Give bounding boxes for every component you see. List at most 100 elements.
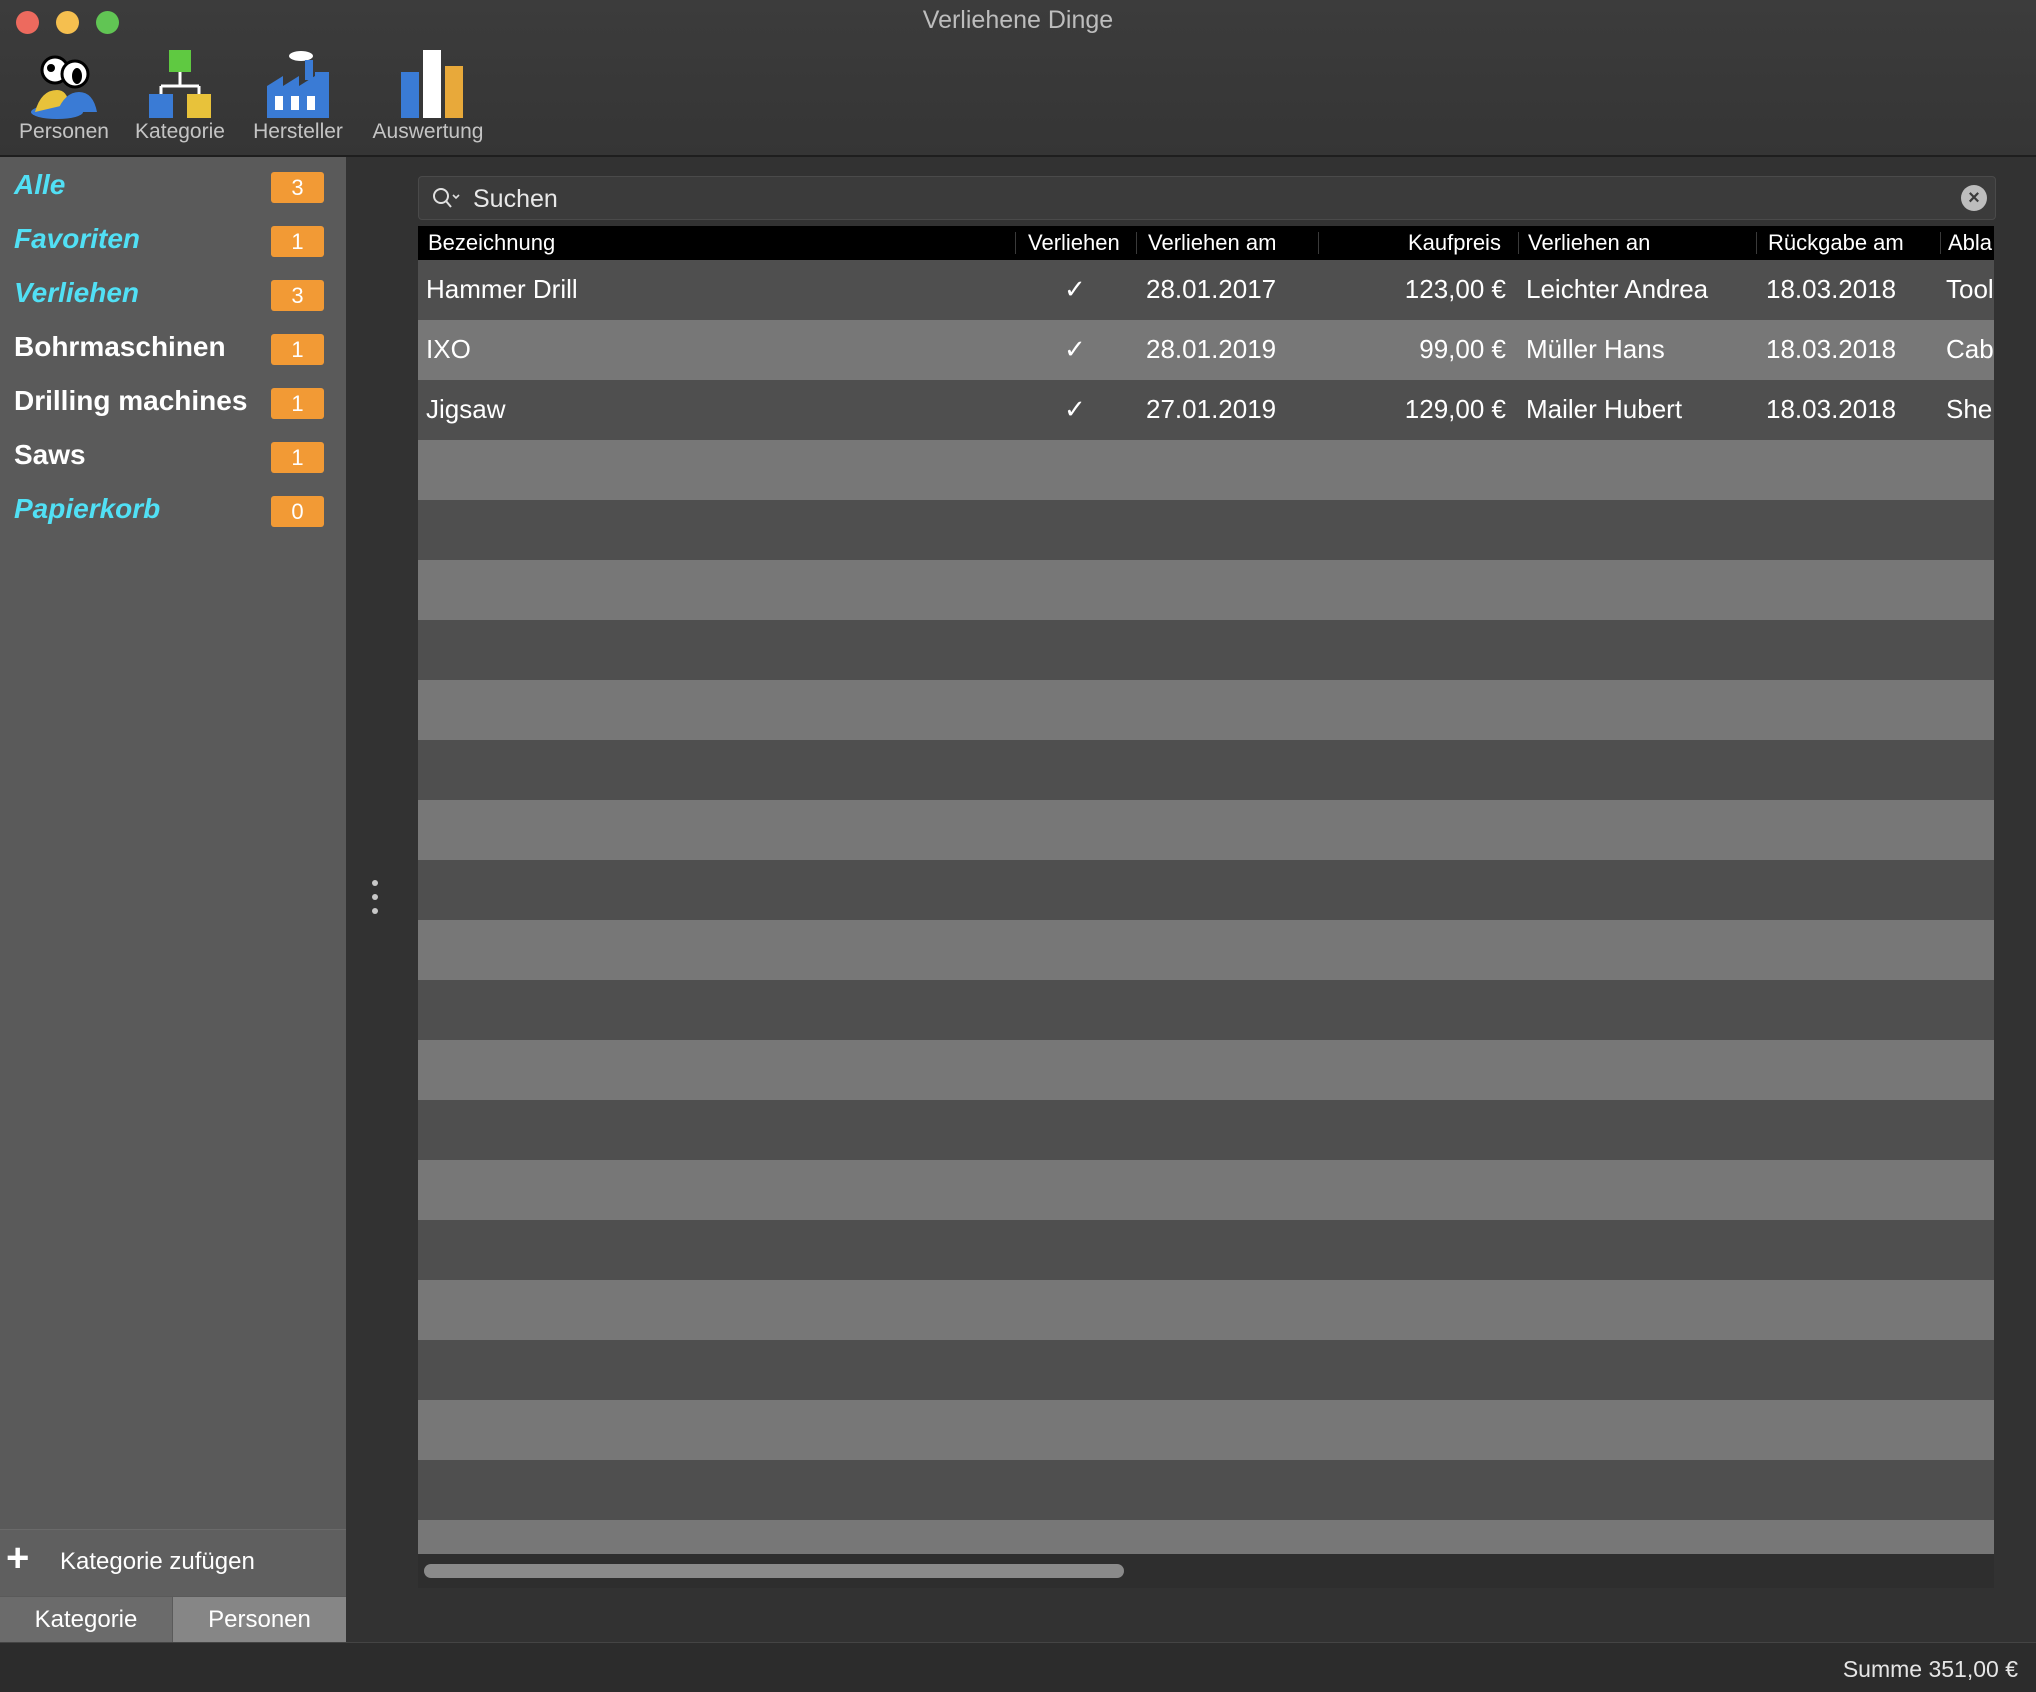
- sidebar-item-label: Drilling machines: [14, 385, 248, 416]
- scrollbar-thumb[interactable]: [424, 1564, 1124, 1578]
- table-row[interactable]: Hammer Drill ✓ 28.01.2017 123,00 € Leich…: [418, 260, 1994, 320]
- check-icon: ✓: [1064, 394, 1086, 424]
- sidebar-item-label: Favoriten: [14, 223, 141, 254]
- empty-table-row: [418, 800, 1994, 860]
- cell-bezeichnung: Jigsaw: [426, 394, 506, 424]
- column-header-kaufpreis[interactable]: Kaufpreis: [1408, 230, 1501, 256]
- count-badge: 1: [271, 442, 324, 473]
- empty-table-row: [418, 920, 1994, 980]
- empty-table-row: [418, 1460, 1994, 1520]
- sidebar-item-verliehen[interactable]: Verliehen 3: [0, 265, 346, 325]
- empty-table-row: [418, 500, 1994, 560]
- plus-icon: +: [6, 1536, 30, 1580]
- table-row[interactable]: IXO ✓ 28.01.2019 99,00 € Müller Hans 18.…: [418, 320, 1994, 380]
- factory-icon: [267, 51, 329, 118]
- column-header-bezeichnung[interactable]: Bezeichnung: [428, 230, 555, 256]
- column-header-verliehen[interactable]: Verliehen: [1028, 230, 1120, 256]
- cell-rueckgabe-am: 18.03.2018: [1766, 274, 1897, 304]
- empty-table-row: [418, 860, 1994, 920]
- titlebar-toolbar: Verliehene Dinge Personen Kategorie Hers…: [0, 0, 2036, 157]
- table-row[interactable]: Jigsaw ✓ 27.01.2019 129,00 € Mailer Hube…: [418, 380, 1994, 440]
- sidebar-item-label: Papierkorb: [14, 493, 161, 524]
- clear-search-icon[interactable]: ×: [1961, 185, 1987, 211]
- cell-verliehen-am: 28.01.2019: [1146, 334, 1277, 364]
- count-badge: 3: [271, 172, 324, 203]
- persons-icon: [31, 55, 97, 119]
- count-badge: 0: [271, 496, 324, 527]
- empty-table-row: [418, 1100, 1994, 1160]
- column-header-verliehen-am[interactable]: Verliehen am: [1148, 230, 1276, 256]
- window-title: Verliehene Dinge: [922, 6, 1114, 34]
- toolbar-label: Personen: [19, 120, 109, 143]
- toolbar-kategorie-button[interactable]: Kategorie: [128, 46, 232, 144]
- cell-ablage: She: [1946, 394, 1993, 424]
- horizontal-scrollbar[interactable]: [418, 1554, 1994, 1588]
- table-header: Bezeichnung Verliehen Verliehen am Kaufp…: [418, 226, 1994, 260]
- empty-table-row: [418, 1340, 1994, 1400]
- count-badge: 1: [271, 334, 324, 365]
- empty-table-row: [418, 620, 1994, 680]
- items-table: Bezeichnung Verliehen Verliehen am Kaufp…: [418, 226, 1994, 1588]
- column-header-verliehen-an[interactable]: Verliehen an: [1528, 230, 1650, 256]
- toolbar-label: Kategorie: [135, 120, 225, 143]
- count-badge: 1: [271, 226, 324, 257]
- tab-kategorie[interactable]: Kategorie: [0, 1597, 172, 1642]
- empty-table-row: [418, 1160, 1994, 1220]
- empty-table-row: [418, 1400, 1994, 1460]
- check-icon: ✓: [1064, 274, 1086, 304]
- cell-kaufpreis: 129,00 €: [1404, 394, 1506, 424]
- column-header-rueckgabe-am[interactable]: Rückgabe am: [1768, 230, 1904, 256]
- empty-table-row: [418, 560, 1994, 620]
- cell-verliehen-an: Müller Hans: [1526, 334, 1665, 364]
- cell-rueckgabe-am: 18.03.2018: [1766, 394, 1897, 424]
- sum-total: Summe 351,00 €: [1842, 1656, 2018, 1682]
- toolbar-label: Auswertung: [372, 120, 484, 143]
- cell-verliehen-am: 27.01.2019: [1146, 394, 1277, 424]
- add-category-label: Kategorie zufügen: [60, 1548, 255, 1575]
- sidebar-item-label: Bohrmaschinen: [14, 331, 226, 362]
- cell-kaufpreis: 99,00 €: [1419, 334, 1506, 364]
- column-header-ablage[interactable]: Abla: [1948, 230, 1992, 256]
- cell-verliehen-am: 28.01.2017: [1146, 274, 1277, 304]
- empty-table-row: [418, 1280, 1994, 1340]
- split-view-divider-handle[interactable]: [372, 880, 380, 920]
- add-category-button[interactable]: + Kategorie zufügen: [0, 1529, 346, 1596]
- bar-chart-icon: [401, 50, 463, 118]
- empty-table-row: [418, 1040, 1994, 1100]
- sidebar-item-label: Verliehen: [14, 277, 140, 308]
- search-input[interactable]: Suchen: [473, 185, 558, 214]
- empty-table-row: [418, 680, 1994, 740]
- search-icon: [433, 188, 460, 208]
- cell-bezeichnung: Hammer Drill: [426, 274, 578, 304]
- app-window: Verliehene Dinge Personen Kategorie Hers…: [0, 0, 2036, 1692]
- check-icon: ✓: [1064, 334, 1086, 364]
- cell-verliehen-an: Mailer Hubert: [1526, 394, 1683, 424]
- sidebar-item-saws[interactable]: Saws 1: [0, 427, 346, 487]
- sidebar-item-label: Alle: [14, 169, 66, 200]
- search-field[interactable]: Suchen ×: [418, 176, 1996, 220]
- sidebar-item-bohrmaschinen[interactable]: Bohrmaschinen 1: [0, 319, 346, 379]
- sidebar-item-alle[interactable]: Alle 3: [0, 157, 346, 217]
- category-tree-icon: [149, 50, 211, 118]
- sidebar: Alle 3 Favoriten 1 Verliehen 3 Bohrmasch…: [0, 157, 346, 1642]
- sidebar-item-favoriten[interactable]: Favoriten 1: [0, 211, 346, 271]
- cell-rueckgabe-am: 18.03.2018: [1766, 334, 1897, 364]
- cell-ablage: Cab: [1946, 334, 1994, 364]
- empty-table-row: [418, 980, 1994, 1040]
- empty-table-row: [418, 440, 1994, 500]
- cell-verliehen-an: Leichter Andrea: [1526, 274, 1709, 304]
- cell-kaufpreis: 123,00 €: [1404, 274, 1506, 304]
- cell-ablage: Tool: [1946, 274, 1994, 304]
- toolbar-label: Hersteller: [253, 120, 343, 143]
- toolbar-personen-button[interactable]: Personen: [14, 46, 114, 144]
- cell-bezeichnung: IXO: [426, 334, 471, 364]
- empty-table-row: [418, 740, 1994, 800]
- sidebar-item-papierkorb[interactable]: Papierkorb 0: [0, 481, 346, 541]
- empty-table-row: [418, 1220, 1994, 1280]
- sidebar-item-drilling-machines[interactable]: Drilling machines 1: [0, 373, 346, 433]
- sidebar-item-label: Saws: [14, 439, 86, 470]
- toolbar-hersteller-button[interactable]: Hersteller: [246, 46, 350, 144]
- count-badge: 3: [271, 280, 324, 311]
- tab-personen[interactable]: Personen: [173, 1597, 346, 1642]
- toolbar-auswertung-button[interactable]: Auswertung: [364, 46, 492, 144]
